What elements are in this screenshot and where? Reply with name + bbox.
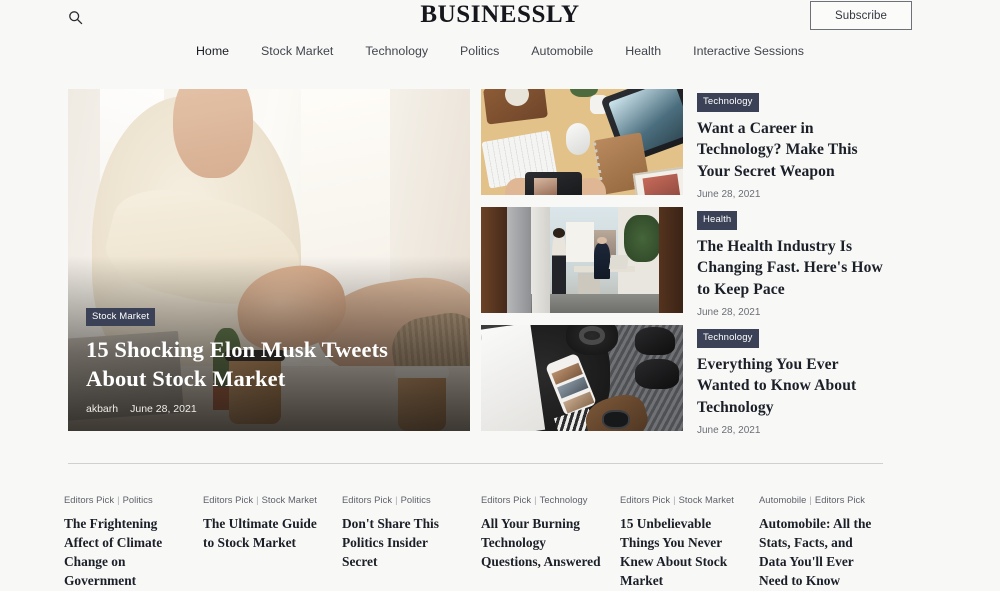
- side-article-2-title[interactable]: The Health Industry Is Changing Fast. He…: [697, 236, 883, 301]
- nav-item-health[interactable]: Health: [609, 42, 677, 60]
- side-article-2-thumbnail[interactable]: [481, 207, 683, 313]
- featured-content: Stock Market 15 Shocking Elon Musk Tweet…: [68, 89, 883, 436]
- editors-pick-6[interactable]: Automobile | Editors Pick Automobile: All …: [759, 494, 898, 590]
- side-article-list: Technology Want a Career in Technology? …: [481, 89, 883, 436]
- side-article-2-category-badge[interactable]: Health: [697, 211, 738, 230]
- editors-pick-4-categories: Editors Pick | Technology: [481, 494, 588, 505]
- header-topbar: BUSINESSLY Subscribe: [0, 0, 1000, 32]
- nav-item-automobile[interactable]: Automobile: [515, 42, 609, 60]
- editors-pick-4-category-2[interactable]: Technology: [540, 494, 588, 505]
- section-divider: [68, 463, 883, 464]
- page-root: BUSINESSLY Subscribe Home Stock Market T…: [0, 0, 1000, 591]
- editors-pick-6-category-1[interactable]: Automobile: [759, 494, 806, 505]
- editors-pick-6-category-2[interactable]: Editors Pick: [815, 494, 865, 505]
- hero-meta: Stock Market 15 Shocking Elon Musk Tweet…: [86, 306, 452, 415]
- side-article-1-date: June 28, 2021: [697, 189, 761, 200]
- hero-article[interactable]: Stock Market 15 Shocking Elon Musk Tweet…: [68, 89, 470, 431]
- editors-pick-5-category-1[interactable]: Editors Pick: [620, 494, 670, 505]
- hero-date: June 28, 2021: [130, 403, 197, 415]
- nav-item-home[interactable]: Home: [180, 42, 245, 60]
- editors-pick-2-category-2[interactable]: Stock Market: [262, 494, 317, 505]
- editors-pick-5-title[interactable]: 15 Unbelievable Things You Never Knew Ab…: [620, 514, 742, 590]
- hero-title[interactable]: 15 Shocking Elon Musk Tweets About Stock…: [86, 335, 446, 393]
- editors-pick-3-category-1[interactable]: Editors Pick: [342, 494, 392, 505]
- editors-pick-1-title[interactable]: The Frightening Affect of Climate Change…: [64, 514, 186, 590]
- editors-pick-5-categories: Editors Pick | Stock Market: [620, 494, 734, 505]
- side-article-2[interactable]: Health The Health Industry Is Changing F…: [481, 207, 883, 318]
- editors-pick-3-title[interactable]: Don't Share This Politics Insider Secret: [342, 514, 464, 571]
- editors-pick-2-categories: Editors Pick | Stock Market: [203, 494, 317, 505]
- nav-item-interactive-sessions[interactable]: Interactive Sessions: [677, 42, 820, 60]
- side-article-2-date: June 28, 2021: [697, 307, 761, 318]
- side-article-1-title[interactable]: Want a Career in Technology? Make This Y…: [697, 118, 883, 183]
- side-article-1-thumbnail[interactable]: [481, 89, 683, 195]
- main-navigation: Home Stock Market Technology Politics Au…: [0, 42, 1000, 60]
- side-article-3-body: Technology Everything You Ever Wanted to…: [697, 325, 883, 436]
- nav-item-stock-market[interactable]: Stock Market: [245, 42, 349, 60]
- nav-item-politics[interactable]: Politics: [444, 42, 515, 60]
- side-article-1[interactable]: Technology Want a Career in Technology? …: [481, 89, 883, 200]
- hero-category-badge[interactable]: Stock Market: [86, 307, 156, 326]
- editors-pick-2[interactable]: Editors Pick | Stock Market The Ultimate G…: [203, 494, 342, 590]
- editors-pick-3[interactable]: Editors Pick | Politics Don't Share This P…: [342, 494, 481, 590]
- editors-pick-4-title[interactable]: All Your Burning Technology Questions, A…: [481, 514, 603, 571]
- side-article-3-title[interactable]: Everything You Ever Wanted to Know About…: [697, 354, 883, 419]
- editors-pick-2-title[interactable]: The Ultimate Guide to Stock Market: [203, 514, 325, 552]
- hero-byline: akbarh June 28, 2021: [86, 403, 452, 415]
- editors-pick-3-categories: Editors Pick | Politics: [342, 494, 431, 505]
- side-article-3-category-badge[interactable]: Technology: [697, 329, 759, 348]
- editors-pick-4-category-1[interactable]: Editors Pick: [481, 494, 531, 505]
- side-article-2-body: Health The Health Industry Is Changing F…: [697, 207, 883, 318]
- editors-pick-6-title[interactable]: Automobile: All the Stats, Facts, and Da…: [759, 514, 881, 590]
- side-article-3[interactable]: SWAGGER Technology Everything You Ever W…: [481, 325, 883, 436]
- editors-pick-1-category-2[interactable]: Politics: [123, 494, 153, 505]
- editors-pick-1[interactable]: Editors Pick | Politics The Frightening Af…: [64, 494, 203, 590]
- editors-pick-2-category-1[interactable]: Editors Pick: [203, 494, 253, 505]
- editors-picks-row: Editors Pick | Politics The Frightening Af…: [64, 494, 936, 590]
- editors-pick-3-category-2[interactable]: Politics: [401, 494, 431, 505]
- subscribe-button[interactable]: Subscribe: [810, 1, 912, 30]
- editors-pick-1-category-1[interactable]: Editors Pick: [64, 494, 114, 505]
- nav-item-technology[interactable]: Technology: [349, 42, 444, 60]
- side-article-1-body: Technology Want a Career in Technology? …: [697, 89, 883, 200]
- editors-pick-6-categories: Automobile | Editors Pick: [759, 494, 865, 505]
- hero-author[interactable]: akbarh: [86, 403, 118, 415]
- magazine-cover-title: SWAGGER: [481, 325, 539, 347]
- side-article-3-thumbnail[interactable]: SWAGGER: [481, 325, 683, 431]
- editors-pick-5[interactable]: Editors Pick | Stock Market 15 Unbelievabl…: [620, 494, 759, 590]
- side-article-1-category-badge[interactable]: Technology: [697, 93, 759, 112]
- editors-pick-5-category-2[interactable]: Stock Market: [679, 494, 734, 505]
- side-article-3-date: June 28, 2021: [697, 425, 761, 436]
- editors-pick-1-categories: Editors Pick | Politics: [64, 494, 153, 505]
- editors-pick-4[interactable]: Editors Pick | Technology All Your Burning…: [481, 494, 620, 590]
